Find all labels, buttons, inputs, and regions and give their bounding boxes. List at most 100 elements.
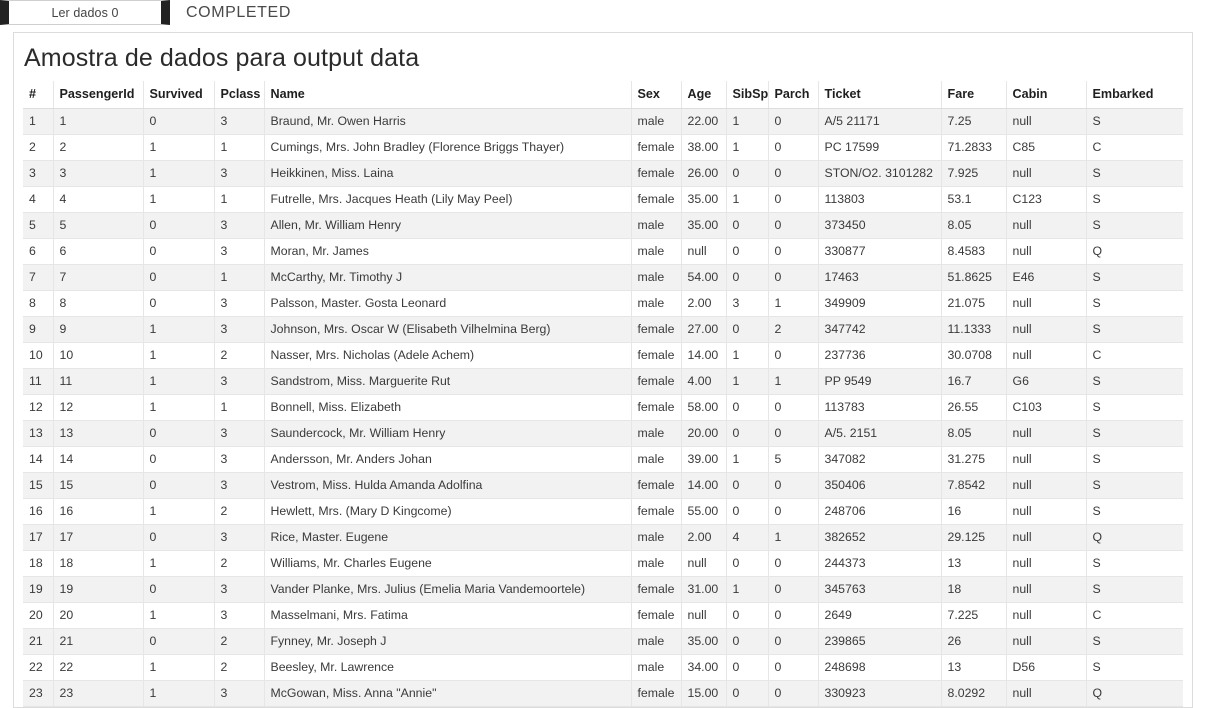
cell-ticket: STON/O2. 3101282: [818, 160, 942, 187]
cell-fare: 30.0708: [941, 342, 1007, 369]
cell-name: Vander Planke, Mrs. Julius (Emelia Maria…: [264, 576, 632, 603]
table-row[interactable]: 20 20 1 3 Masselmani, Mrs. Fatima female null 0…: [23, 602, 1183, 629]
table-scroll-region[interactable]: # PassengerId Survived Pclass Name Sex Age SibS…: [14, 81, 1192, 707]
cell-name: Saundercock, Mr. William Henry: [264, 420, 632, 447]
table-row[interactable]: 4 4 1 1 Futrelle, Mrs. Jacques Heath (Lily M…: [23, 186, 1183, 213]
cell-pclass: 3: [214, 446, 265, 473]
table-row[interactable]: 6 6 0 3 Moran, Mr. James male null 0 0 330877 8.45…: [23, 238, 1183, 265]
cell-embarked: Q: [1086, 680, 1183, 707]
cell-sex: male: [631, 420, 682, 447]
cell-parch: 0: [768, 134, 819, 161]
cell-cabin: null: [1006, 160, 1087, 187]
cell--: 2: [23, 134, 54, 161]
table-row[interactable]: 17 17 0 3 Rice, Master. Eugene male 2.00 4 1 3826…: [23, 524, 1183, 551]
cell-cabin: null: [1006, 420, 1087, 447]
table-row[interactable]: 9 9 1 3 Johnson, Mrs. Oscar W (Elisabeth Vil…: [23, 316, 1183, 343]
column-header-embarked[interactable]: Embarked: [1086, 81, 1183, 109]
cell-age: 35.00: [681, 628, 727, 655]
table-row[interactable]: 18 18 1 2 Williams, Mr. Charles Eugene male nu…: [23, 550, 1183, 577]
cell-parch: 0: [768, 238, 819, 265]
cell-embarked: S: [1086, 472, 1183, 499]
cell-survived: 0: [143, 524, 215, 551]
table-row[interactable]: 3 3 1 3 Heikkinen, Miss. Laina female 26.00 0 0 S…: [23, 160, 1183, 187]
data-sample-card: Amostra de dados para output data # Passe…: [13, 32, 1193, 708]
column-header-survived[interactable]: Survived: [143, 81, 215, 109]
cell-passengerid: 6: [53, 238, 144, 265]
cell-name: Moran, Mr. James: [264, 238, 632, 265]
cell-survived: 1: [143, 394, 215, 421]
cell--: 12: [23, 394, 54, 421]
cell-passengerid: 13: [53, 420, 144, 447]
cell-age: 55.00: [681, 498, 727, 525]
table-row[interactable]: 19 19 0 3 Vander Planke, Mrs. Julius (Emelia…: [23, 576, 1183, 603]
cell-name: Vestrom, Miss. Hulda Amanda Adolfina: [264, 472, 632, 499]
cell-sibsp: 0: [726, 628, 769, 655]
cell-name: Andersson, Mr. Anders Johan: [264, 446, 632, 473]
cell-parch: 0: [768, 628, 819, 655]
cell-pclass: 3: [214, 108, 265, 135]
cell-age: 35.00: [681, 212, 727, 239]
cell-age: 58.00: [681, 394, 727, 421]
cell-sex: female: [631, 316, 682, 343]
table-row[interactable]: 15 15 0 3 Vestrom, Miss. Hulda Amanda Adolfi…: [23, 472, 1183, 499]
table-row[interactable]: 5 5 0 3 Allen, Mr. William Henry male 35.00 0 0 3…: [23, 212, 1183, 239]
column-header-ticket[interactable]: Ticket: [818, 81, 942, 109]
column-header-cabin[interactable]: Cabin: [1006, 81, 1087, 109]
cell-fare: 71.2833: [941, 134, 1007, 161]
cell-embarked: S: [1086, 654, 1183, 681]
table-row[interactable]: 21 21 0 2 Fynney, Mr. Joseph Jmale 35.00 0 0 239…: [23, 628, 1183, 655]
cell-name: Cumings, Mrs. John Bradley (Florence Bri…: [264, 134, 632, 161]
table-row[interactable]: 7 7 0 1 McCarthy, Mr. Timothy Jmale 54.00 0 0 17…: [23, 264, 1183, 291]
table-row[interactable]: 13 13 0 3 Saundercock, Mr. William Henry male…: [23, 420, 1183, 447]
column-header-sibsp[interactable]: SibSp: [726, 81, 769, 109]
cell-ticket: 349909: [818, 290, 942, 317]
cell-pclass: 1: [214, 186, 265, 213]
cell-name: Palsson, Master. Gosta Leonard: [264, 290, 632, 317]
cell-pclass: 2: [214, 628, 265, 655]
cell--: 3: [23, 160, 54, 187]
cell--: 13: [23, 420, 54, 447]
column-header-fare[interactable]: Fare: [941, 81, 1007, 109]
cell-ticket: 347082: [818, 446, 942, 473]
column-header-name[interactable]: Name: [264, 81, 632, 109]
cell-embarked: Q: [1086, 524, 1183, 551]
table-row[interactable]: 16 16 1 2 Hewlett, Mrs. (Mary D Kingcome) fem…: [23, 498, 1183, 525]
column-header-age[interactable]: Age: [681, 81, 727, 109]
cell-cabin: null: [1006, 550, 1087, 577]
table-row[interactable]: 1 1 0 3 Braund, Mr. Owen Harris male 22.00 1 0 A/…: [23, 108, 1183, 135]
cell-passengerid: 17: [53, 524, 144, 551]
table-row[interactable]: 2 2 1 1 Cumings, Mrs. John Bradley (Florence…: [23, 134, 1183, 161]
cell-sibsp: 1: [726, 108, 769, 135]
column-header-[interactable]: #: [23, 81, 54, 109]
tab-ler-dados[interactable]: Ler dados 0: [0, 0, 170, 25]
cell-sibsp: 0: [726, 654, 769, 681]
cell-fare: 8.05: [941, 212, 1007, 239]
cell-age: 2.00: [681, 290, 727, 317]
cell-pclass: 3: [214, 212, 265, 239]
cell-passengerid: 23: [53, 680, 144, 707]
cell--: 4: [23, 186, 54, 213]
table-row[interactable]: 14 14 0 3 Andersson, Mr. Anders Johan male 39.…: [23, 446, 1183, 473]
cell-parch: 0: [768, 602, 819, 629]
cell-ticket: A/5. 2151: [818, 420, 942, 447]
cell-embarked: S: [1086, 108, 1183, 135]
cell-fare: 26.55: [941, 394, 1007, 421]
table-row[interactable]: 23 23 1 3 McGowan, Miss. Anna "Annie" female 1…: [23, 680, 1183, 707]
cell-passengerid: 1: [53, 108, 144, 135]
column-header-sex[interactable]: Sex: [631, 81, 682, 109]
table-row[interactable]: 11 11 1 3 Sandstrom, Miss. Marguerite Rut fem…: [23, 368, 1183, 395]
table-row[interactable]: 8 8 0 3 Palsson, Master. Gosta Leonard male 2.…: [23, 290, 1183, 317]
table-row[interactable]: 10 10 1 2 Nasser, Mrs. Nicholas (Adele Achem…: [23, 342, 1183, 369]
table-row[interactable]: 22 22 1 2 Beesley, Mr. Lawrence male 34.00 0 0 24…: [23, 654, 1183, 681]
column-header-parch[interactable]: Parch: [768, 81, 819, 109]
cell-embarked: S: [1086, 264, 1183, 291]
column-header-passengerid[interactable]: PassengerId: [53, 81, 144, 109]
cell-passengerid: 21: [53, 628, 144, 655]
cell-survived: 0: [143, 264, 215, 291]
table-row[interactable]: 12 12 1 1 Bonnell, Miss. Elizabeth female 58.0…: [23, 394, 1183, 421]
cell-sex: female: [631, 368, 682, 395]
table-header: # PassengerId Survived Pclass Name Sex Age SibS…: [23, 81, 1183, 109]
column-header-pclass[interactable]: Pclass: [214, 81, 265, 109]
cell-sibsp: 1: [726, 576, 769, 603]
cell--: 6: [23, 238, 54, 265]
